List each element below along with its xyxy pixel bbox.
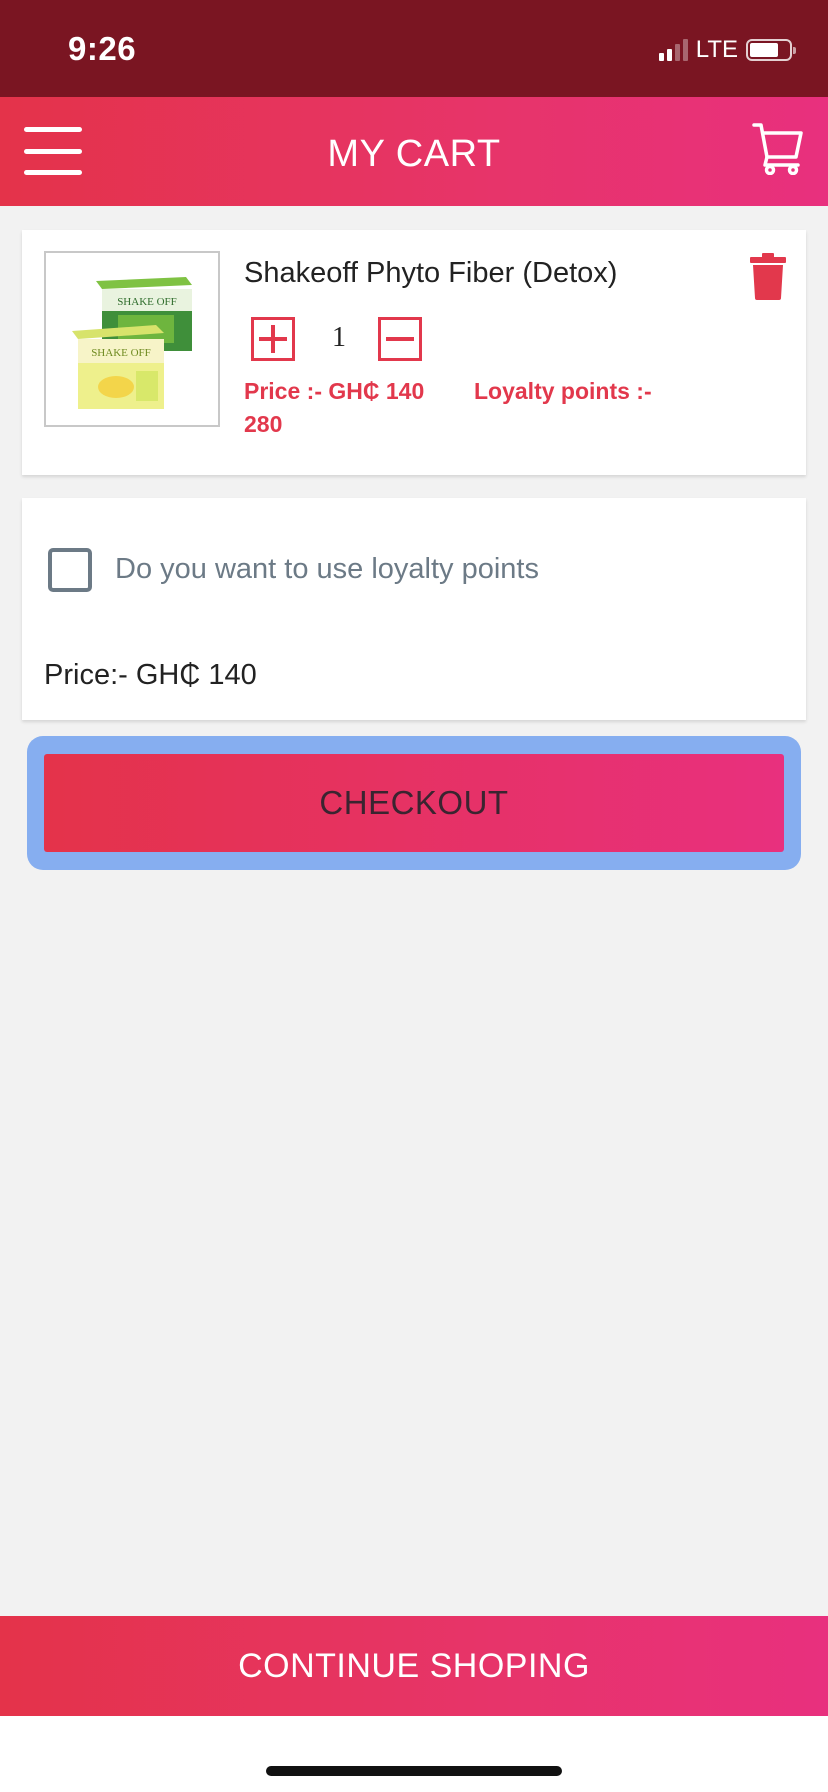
- continue-shopping-button[interactable]: CONTINUE SHOPING: [0, 1616, 828, 1716]
- app-header: MY CART: [0, 97, 828, 206]
- home-indicator[interactable]: [266, 1766, 562, 1776]
- product-image: SHAKE OFF SHAKE OFF: [44, 251, 220, 427]
- item-loyalty-label: Loyalty points :-: [474, 378, 652, 404]
- bottom-safe-area: [0, 1716, 828, 1792]
- item-price: Price :- GH₵ 140: [244, 378, 425, 404]
- shopping-cart-icon[interactable]: [752, 121, 804, 176]
- loyalty-points-checkbox[interactable]: [48, 548, 92, 592]
- product-box-image: SHAKE OFF SHAKE OFF: [72, 277, 192, 409]
- svg-text:SHAKE OFF: SHAKE OFF: [91, 347, 151, 359]
- cart-item-card: SHAKE OFF SHAKE OFF Shakeoff Phyto Fiber…: [22, 230, 806, 475]
- status-indicators: LTE: [658, 36, 796, 64]
- loyalty-points-label[interactable]: Do you want to use loyalty points: [115, 553, 539, 586]
- status-time: 9:26: [68, 30, 137, 67]
- trash-icon[interactable]: [750, 252, 786, 300]
- status-bar: 9:26 LTE: [0, 0, 828, 97]
- svg-text:SHAKE OFF: SHAKE OFF: [117, 296, 177, 308]
- signal-strength-icon: [658, 39, 688, 61]
- network-type: LTE: [695, 36, 738, 63]
- increase-quantity-button[interactable]: [251, 317, 295, 361]
- product-name: Shakeoff Phyto Fiber (Detox): [244, 257, 618, 289]
- page-title: MY CART: [327, 133, 501, 175]
- battery-icon: [746, 39, 796, 61]
- decrease-quantity-button[interactable]: [378, 317, 422, 361]
- quantity-value: 1: [332, 322, 346, 353]
- cart-summary-card: Do you want to use loyalty points Price:…: [22, 498, 806, 720]
- item-loyalty-value: 280: [244, 411, 283, 437]
- total-price: Price:- GH₵ 140: [44, 659, 257, 691]
- checkout-button[interactable]: CHECKOUT: [44, 754, 784, 852]
